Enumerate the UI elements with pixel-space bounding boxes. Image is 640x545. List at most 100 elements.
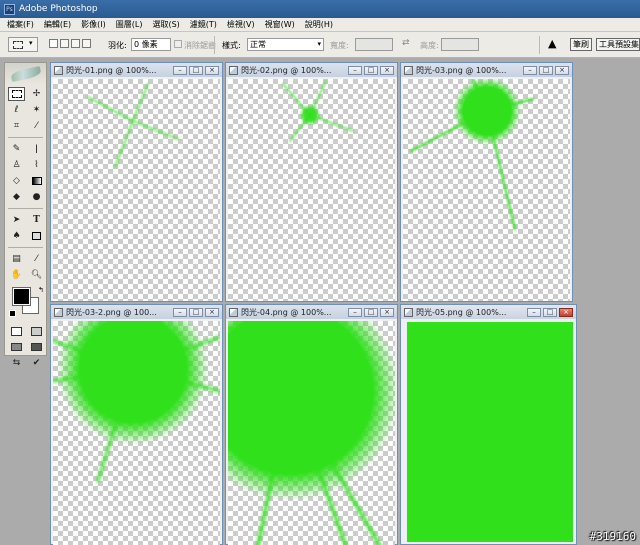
close-button[interactable]: ×	[555, 65, 569, 75]
hand-tool-icon[interactable]: ✋	[8, 268, 25, 282]
menu-window[interactable]: 視窗(W)	[258, 19, 298, 30]
document-window-5[interactable]: 閃光-04.png @ 100%... – □ ×	[225, 304, 398, 545]
menu-help[interactable]: 說明(H)	[298, 19, 336, 30]
flash-graphic	[53, 321, 220, 483]
type-tool-icon[interactable]: T	[28, 213, 45, 227]
marquee-tool-icon[interactable]	[8, 87, 25, 101]
maximize-button[interactable]: □	[189, 307, 203, 317]
gradient-tool-icon[interactable]	[28, 174, 45, 188]
minimize-button[interactable]: –	[523, 65, 537, 75]
document-window-1[interactable]: 閃光-01.png @ 100%... – □ ×	[50, 62, 223, 302]
healing-brush-tool-icon[interactable]: ✎	[8, 142, 25, 156]
screen-mode-full-icon[interactable]	[28, 340, 45, 354]
width-label: 寬度:	[330, 41, 349, 50]
flash-graphic	[87, 83, 179, 168]
magic-wand-tool-icon[interactable]: ✶	[28, 103, 45, 117]
minimize-button[interactable]: –	[348, 65, 362, 75]
close-button[interactable]: ×	[205, 65, 219, 75]
menu-file[interactable]: 檔案(F)	[0, 19, 37, 30]
minimize-button[interactable]: –	[173, 65, 187, 75]
document-canvas[interactable]	[403, 79, 570, 301]
lasso-tool-icon[interactable]: ℓ	[8, 103, 25, 117]
maximize-button[interactable]: □	[364, 65, 378, 75]
minimize-button[interactable]: –	[527, 307, 541, 317]
eraser-tool-icon[interactable]: ◇	[8, 174, 25, 188]
document-canvas[interactable]	[228, 321, 395, 545]
brush-tool-icon[interactable]: ǀ	[28, 142, 45, 156]
document-titlebar[interactable]: 閃光-03.png @ 100%... – □ ×	[401, 63, 572, 77]
maximize-button[interactable]: □	[543, 307, 557, 317]
document-window-4[interactable]: 閃光-03-2.png @ 100... – □ ×	[50, 304, 223, 545]
move-tool-icon[interactable]: ✢	[28, 87, 45, 101]
zoom-tool-icon[interactable]: 🔍︎	[28, 268, 45, 282]
width-field[interactable]	[355, 38, 393, 51]
quick-mask-mode-icon[interactable]	[28, 324, 45, 338]
antialias-checkbox[interactable]	[174, 40, 182, 48]
close-button[interactable]: ×	[380, 307, 394, 317]
stamp-tool-icon[interactable]: ♙	[8, 158, 25, 172]
menu-edit[interactable]: 編輯(E)	[37, 19, 74, 30]
maximize-button[interactable]: □	[189, 65, 203, 75]
menu-image[interactable]: 影像(I)	[74, 19, 109, 30]
document-title: 閃光-03.png @ 100%...	[416, 65, 507, 75]
crop-tool-icon[interactable]: ⌗	[8, 119, 25, 133]
brushes-palette-tab[interactable]: 筆刷	[570, 38, 592, 51]
feather-field[interactable]: 0 像素	[131, 38, 171, 51]
tool-presets-palette-tab[interactable]: 工具預設集	[596, 38, 640, 51]
photoshop-logo-icon: Ps	[4, 3, 15, 15]
document-canvas[interactable]	[407, 322, 573, 542]
document-titlebar[interactable]: 閃光-03-2.png @ 100... – □ ×	[51, 305, 222, 319]
minimize-button[interactable]: –	[348, 307, 362, 317]
document-canvas[interactable]	[53, 79, 220, 301]
document-window-3[interactable]: 閃光-03.png @ 100%... – □ ×	[400, 62, 573, 302]
add-to-selection-icon[interactable]	[60, 39, 69, 48]
tool-preset-picker[interactable]: ▾	[8, 37, 38, 52]
standard-mode-icon[interactable]	[8, 324, 25, 338]
foreground-color-swatch[interactable]	[12, 287, 31, 306]
swap-icon[interactable]: ⇄	[402, 38, 410, 48]
watermark: #319160	[589, 530, 636, 543]
new-selection-icon[interactable]	[49, 39, 58, 48]
eyedropper-tool-icon[interactable]: ⁄	[28, 252, 45, 266]
menu-select[interactable]: 選取(S)	[145, 19, 182, 30]
dodge-tool-icon[interactable]: ●	[28, 190, 45, 204]
menu-view[interactable]: 檢視(V)	[220, 19, 258, 30]
shape-tool-icon[interactable]	[28, 229, 45, 243]
document-titlebar[interactable]: 閃光-05.png @ 100%... – □ ×	[401, 305, 576, 319]
maximize-button[interactable]: □	[364, 307, 378, 317]
swap-colors-icon[interactable]: ↰	[38, 286, 44, 294]
history-brush-tool-icon[interactable]: ⌇	[28, 158, 45, 172]
default-colors-icon[interactable]	[9, 310, 16, 317]
maximize-button[interactable]: □	[539, 65, 553, 75]
jump-to-imageready-icon[interactable]: ⇆	[8, 356, 25, 370]
flash-graphic	[282, 80, 354, 142]
blur-tool-icon[interactable]: ◆	[8, 190, 25, 204]
separator	[8, 208, 43, 209]
close-button[interactable]: ×	[380, 65, 394, 75]
imageready-icon[interactable]: ✔	[28, 356, 45, 370]
height-field[interactable]	[441, 38, 479, 51]
document-icon	[54, 65, 63, 75]
subtract-selection-icon[interactable]	[71, 39, 80, 48]
path-selection-tool-icon[interactable]: ➤	[8, 213, 25, 227]
menu-layer[interactable]: 圖層(L)	[109, 19, 146, 30]
document-window-2[interactable]: 閃光-02.png @ 100%... – □ ×	[225, 62, 398, 302]
style-select[interactable]: 正常 ▾	[247, 38, 324, 51]
document-titlebar[interactable]: 閃光-02.png @ 100%... – □ ×	[226, 63, 397, 77]
intersect-selection-icon[interactable]	[82, 39, 91, 48]
document-canvas[interactable]	[228, 79, 395, 301]
minimize-button[interactable]: –	[173, 307, 187, 317]
toolbox-header[interactable]	[5, 63, 46, 85]
close-button[interactable]: ×	[205, 307, 219, 317]
notes-tool-icon[interactable]: ▤	[8, 252, 25, 266]
close-button[interactable]: ×	[559, 307, 573, 317]
slice-tool-icon[interactable]: ⁄	[28, 119, 45, 133]
document-titlebar[interactable]: 閃光-01.png @ 100%... – □ ×	[51, 63, 222, 77]
printer-icon[interactable]: ▲	[548, 37, 556, 50]
menu-filter[interactable]: 濾鏡(T)	[183, 19, 220, 30]
document-canvas[interactable]	[53, 321, 220, 545]
document-window-6[interactable]: 閃光-05.png @ 100%... – □ ×	[400, 304, 577, 545]
pen-tool-icon[interactable]: ♠	[8, 229, 25, 243]
document-titlebar[interactable]: 閃光-04.png @ 100%... – □ ×	[226, 305, 397, 319]
screen-mode-standard-icon[interactable]	[8, 340, 25, 354]
